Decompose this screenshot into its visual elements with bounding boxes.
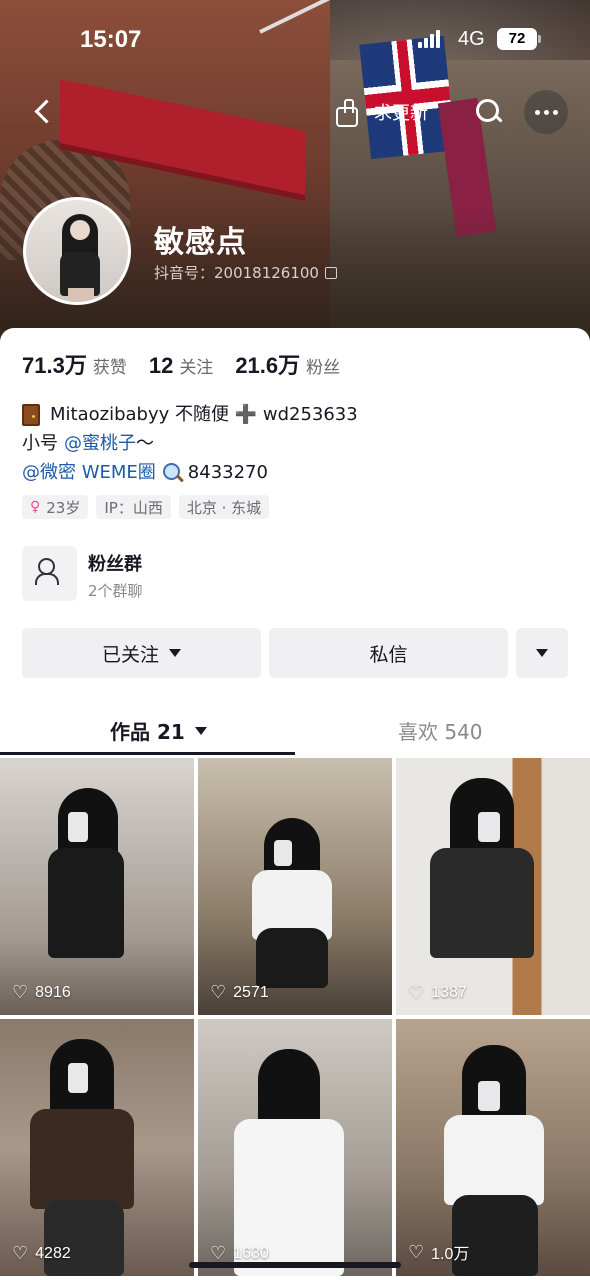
stat-value: 71.3万 <box>22 353 87 378</box>
tag-age: ♀ 23岁 <box>22 495 89 519</box>
female-icon: ♀ <box>30 499 41 515</box>
back-icon[interactable] <box>24 92 64 132</box>
followed-button[interactable]: 已关注 <box>22 628 261 678</box>
profile-nickname: 敏感点 <box>154 225 247 260</box>
profile-tags: ♀ 23岁 IP：山西 北京 · 东城 <box>22 495 270 519</box>
video-thumbnail[interactable]: ♡ 1387 <box>396 758 590 1015</box>
video-thumbnail[interactable]: ♡ 8916 <box>0 758 194 1015</box>
dot-icon <box>543 109 549 115</box>
mention-link[interactable]: @微密 WEME圈 <box>22 458 156 487</box>
dot-icon <box>534 109 540 115</box>
heart-icon: ♡ <box>12 982 29 1002</box>
stat-label: 关注 <box>179 358 214 378</box>
video-thumbnail[interactable]: ♡ 1.0万 <box>396 1019 590 1276</box>
more-options-button[interactable] <box>516 628 568 678</box>
profile-stats: 71.3万 获赞 12 关注 21.6万 粉丝 <box>22 348 362 380</box>
stat-followers[interactable]: 21.6万 粉丝 <box>235 348 340 380</box>
fan-group-subtitle: 2个群聊 <box>88 582 143 600</box>
tab-likes[interactable]: 喜欢 540 <box>398 716 483 745</box>
status-bar: 15:07 4G 72 <box>0 22 590 58</box>
status-time: 15:07 <box>80 26 142 53</box>
magnifier-icon <box>162 462 184 484</box>
copy-icon[interactable] <box>324 266 337 279</box>
tab-works[interactable]: 作品 21 <box>110 716 207 745</box>
profile-card: 71.3万 获赞 12 关注 21.6万 粉丝 Mitaozibabyy 不随便… <box>0 328 590 1280</box>
message-button[interactable]: 私信 <box>269 628 508 678</box>
video-likes-count: 1.0万 <box>431 1246 470 1263</box>
search-icon[interactable] <box>468 92 508 132</box>
video-grid: ♡ 8916 ♡ 2571 ♡ 1387 ♡ 4282 ♡ 1630 ♡ 1.0… <box>0 758 590 1276</box>
door-icon <box>22 403 40 426</box>
mention-link[interactable]: @蜜桃子 <box>64 429 136 458</box>
heart-icon: ♡ <box>408 1241 425 1262</box>
message-label: 私信 <box>369 643 408 666</box>
tab-likes-label: 喜欢 540 <box>398 720 483 744</box>
dot-icon <box>552 109 558 115</box>
fan-group-title: 粉丝群 <box>88 554 142 575</box>
video-thumbnail[interactable]: ♡ 2571 <box>198 758 392 1015</box>
video-likes: ♡ 8916 <box>12 982 71 1003</box>
profile-actions: 已关注 私信 <box>22 628 568 678</box>
stat-value: 21.6万 <box>235 353 301 378</box>
caret-down-icon <box>194 726 207 735</box>
bio-line2-prefix: 小号 <box>22 433 58 454</box>
video-likes: ♡ 2571 <box>210 982 269 1003</box>
caret-down-icon <box>169 649 181 657</box>
tab-indicator <box>0 752 295 755</box>
fan-group-entry[interactable]: 粉丝群 2个群聊 <box>22 546 322 602</box>
douyin-id-text: 抖音号：20018126100 <box>154 264 319 282</box>
heart-icon: ♡ <box>12 1243 29 1263</box>
bio-line: Mitaozibabyy 不随便 ➕ wd253633 <box>22 400 358 429</box>
heart-icon: ♡ <box>210 1243 227 1263</box>
stat-following[interactable]: 12 关注 <box>149 353 213 379</box>
video-likes: ♡ 1630 <box>210 1243 269 1264</box>
ask-update-label: 求更新 <box>374 103 428 124</box>
video-likes-count: 4282 <box>35 1244 71 1262</box>
video-thumbnail[interactable]: ♡ 4282 <box>0 1019 194 1276</box>
hand-icon <box>332 97 362 127</box>
battery-icon: 72 <box>497 28 541 50</box>
home-indicator[interactable] <box>189 1262 401 1268</box>
more-button[interactable] <box>524 90 568 134</box>
video-likes-count: 1387 <box>431 983 467 1001</box>
profile-bio: Mitaozibabyy 不随便 ➕ wd253633 小号 @蜜桃子 ～ @微… <box>22 400 358 487</box>
network-type: 4G <box>458 28 485 50</box>
heart-icon: ♡ <box>210 982 227 1002</box>
video-likes: ♡ 1.0万 <box>408 1240 469 1264</box>
video-thumbnail[interactable]: ♡ 1630 <box>198 1019 392 1276</box>
content-tabs: 作品 21 喜欢 540 <box>0 712 590 756</box>
bio-line: @微密 WEME圈 8433270 <box>22 458 358 487</box>
stat-label: 获赞 <box>92 358 127 378</box>
stat-value: 12 <box>148 353 174 378</box>
followed-label: 已关注 <box>101 643 159 666</box>
bio-line1: Mitaozibabyy 不随便 ➕ wd253633 <box>50 404 358 425</box>
video-likes-count: 8916 <box>35 983 71 1001</box>
caret-down-icon <box>536 649 548 657</box>
avatar[interactable] <box>23 197 131 305</box>
heart-icon: ♡ <box>408 982 425 1002</box>
video-likes: ♡ 4282 <box>12 1243 71 1264</box>
tag-ip: IP：山西 <box>96 495 171 519</box>
douyin-id[interactable]: 抖音号：20018126100 <box>154 262 337 283</box>
video-likes: ♡ 1387 <box>408 982 467 1003</box>
tab-works-label: 作品 21 <box>110 720 185 744</box>
stat-label: 粉丝 <box>306 358 341 378</box>
stat-likes[interactable]: 71.3万 获赞 <box>22 348 127 380</box>
tag-location: 北京 · 东城 <box>178 495 270 519</box>
signal-icon <box>418 30 442 48</box>
bio-line3-suffix: 8433270 <box>187 462 268 483</box>
group-icon <box>22 546 77 601</box>
bio-line: 小号 @蜜桃子 ～ <box>22 429 358 458</box>
bio-line2-suffix: ～ <box>136 433 154 454</box>
video-likes-count: 2571 <box>233 983 269 1001</box>
tag-age-text: 23岁 <box>46 498 81 517</box>
video-likes-count: 1630 <box>233 1244 269 1262</box>
ask-update-button[interactable]: 求更新 <box>332 94 428 130</box>
